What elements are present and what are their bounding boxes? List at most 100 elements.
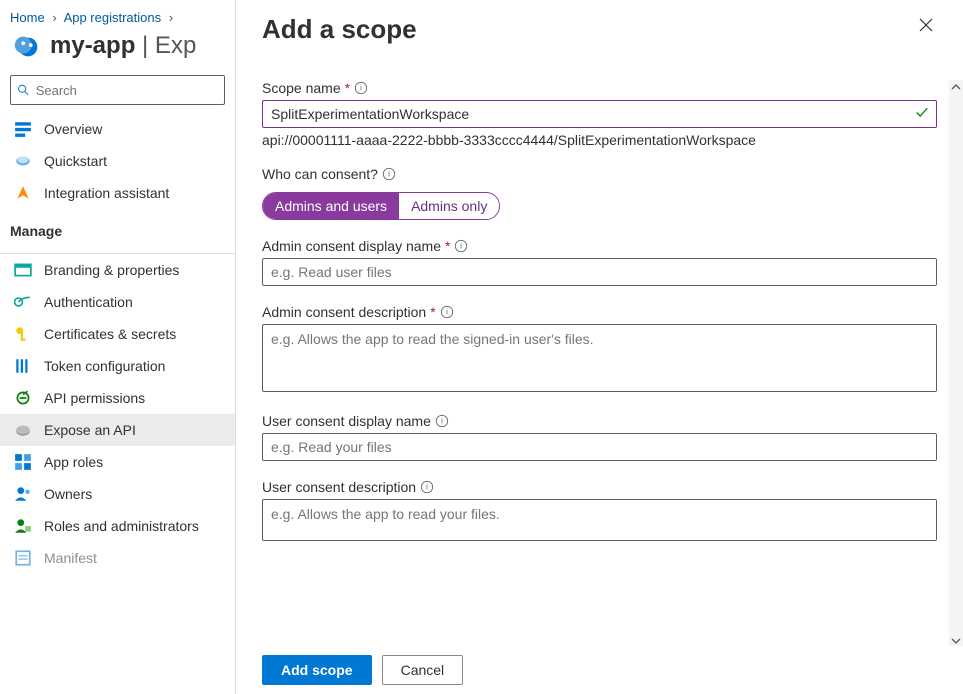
breadcrumb-appreg[interactable]: App registrations <box>64 10 162 25</box>
info-icon[interactable]: i <box>420 480 434 494</box>
sidebar-item-certs[interactable]: Certificates & secrets <box>0 318 235 350</box>
label-text: User consent description <box>262 479 416 495</box>
svg-text:i: i <box>388 170 390 179</box>
overview-icon <box>14 120 32 138</box>
sidebar-section-manage: Manage <box>0 209 235 247</box>
svg-text:i: i <box>426 483 428 492</box>
label-text: Who can consent? <box>262 166 378 182</box>
add-scope-panel: Add a scope Scope name * i api://0000111… <box>235 0 963 694</box>
user-desc-label: User consent description i <box>262 479 937 495</box>
rocket-icon <box>14 184 32 202</box>
info-icon[interactable]: i <box>382 167 396 181</box>
sidebar-item-label: Authentication <box>44 294 133 310</box>
admin-display-input[interactable] <box>262 258 937 286</box>
sidebar-item-label: Manifest <box>44 550 97 566</box>
app-logo-icon <box>12 31 42 61</box>
sidebar-item-label: Quickstart <box>44 153 107 169</box>
svg-text:i: i <box>446 308 448 317</box>
required-asterisk: * <box>430 304 435 320</box>
sidebar-item-label: Overview <box>44 121 102 137</box>
sidebar-item-expose-api[interactable]: Expose an API <box>0 414 235 446</box>
add-scope-button[interactable]: Add scope <box>262 655 372 685</box>
close-button[interactable] <box>915 14 937 36</box>
auth-icon <box>14 293 32 311</box>
info-icon[interactable]: i <box>435 414 449 428</box>
sidebar-item-overview[interactable]: Overview <box>0 113 235 145</box>
consent-label: Who can consent? i <box>262 166 937 182</box>
admin-display-label: Admin consent display name * i <box>262 238 937 254</box>
scrollbar-track[interactable] <box>949 94 963 634</box>
sidebar-nav: Overview Quickstart Integration assistan… <box>0 113 235 574</box>
sidebar-item-label: Expose an API <box>44 422 136 438</box>
sidebar-item-label: App roles <box>44 454 103 470</box>
search-input-wrap[interactable] <box>10 75 225 105</box>
scope-name-label: Scope name * i <box>262 80 937 96</box>
panel-title: Add a scope <box>262 14 417 45</box>
page-title: my-app | Exp <box>50 32 196 60</box>
sidebar-item-api-perm[interactable]: API permissions <box>0 382 235 414</box>
consent-admins-users[interactable]: Admins and users <box>263 193 399 219</box>
sidebar-item-label: Integration assistant <box>44 185 169 201</box>
svg-text:i: i <box>441 417 443 426</box>
scope-uri-hint: api://00001111-aaaa-2222-bbbb-3333cccc44… <box>262 132 937 148</box>
info-icon[interactable]: i <box>454 239 468 253</box>
required-asterisk: * <box>445 238 450 254</box>
quickstart-icon <box>14 152 32 170</box>
breadcrumb-home[interactable]: Home <box>10 10 45 25</box>
consent-admins-only[interactable]: Admins only <box>399 193 499 219</box>
admin-desc-input[interactable] <box>262 324 937 392</box>
expose-api-icon <box>14 421 32 439</box>
manifest-icon <box>14 549 32 567</box>
permissions-icon <box>14 389 32 407</box>
owners-icon <box>14 485 32 503</box>
svg-text:i: i <box>360 84 362 93</box>
user-display-input[interactable] <box>262 433 937 461</box>
panel-footer: Add scope Cancel <box>236 646 963 694</box>
branding-icon <box>14 261 32 279</box>
sidebar-item-label: Certificates & secrets <box>44 326 176 342</box>
search-input[interactable] <box>36 83 218 98</box>
sidebar-item-label: Owners <box>44 486 92 502</box>
user-display-label: User consent display name i <box>262 413 937 429</box>
page-subtitle: | Exp <box>135 32 196 59</box>
app-roles-icon <box>14 453 32 471</box>
sidebar-item-label: Roles and administrators <box>44 518 199 534</box>
sidebar-item-auth[interactable]: Authentication <box>0 286 235 318</box>
scope-name-input[interactable] <box>262 100 937 128</box>
sidebar-item-label: Token configuration <box>44 358 165 374</box>
cancel-button[interactable]: Cancel <box>382 655 464 685</box>
page-title-row: my-app | Exp <box>0 29 235 75</box>
label-text: Scope name <box>262 80 341 96</box>
consent-toggle: Admins and users Admins only <box>262 192 500 220</box>
scrollbar[interactable] <box>949 80 963 648</box>
sidebar-item-manifest[interactable]: Manifest <box>0 542 235 574</box>
sidebar-item-label: Branding & properties <box>44 262 179 278</box>
sidebar-item-integration[interactable]: Integration assistant <box>0 177 235 209</box>
label-text: Admin consent display name <box>262 238 441 254</box>
sidebar-item-roles-admins[interactable]: Roles and administrators <box>0 510 235 542</box>
sidebar-item-owners[interactable]: Owners <box>0 478 235 510</box>
sidebar-item-branding[interactable]: Branding & properties <box>0 254 235 286</box>
close-icon <box>918 17 934 33</box>
required-asterisk: * <box>345 80 350 96</box>
info-icon[interactable]: i <box>354 81 368 95</box>
sidebar-item-label: API permissions <box>44 390 145 406</box>
label-text: User consent display name <box>262 413 431 429</box>
sidebar-item-quickstart[interactable]: Quickstart <box>0 145 235 177</box>
token-icon <box>14 357 32 375</box>
panel-scroll-area[interactable]: Scope name * i api://00001111-aaaa-2222-… <box>236 80 949 648</box>
key-icon <box>14 325 32 343</box>
chevron-right-icon: › <box>52 10 56 25</box>
label-text: Admin consent description <box>262 304 426 320</box>
scroll-up-icon[interactable] <box>949 80 963 94</box>
admin-desc-label: Admin consent description * i <box>262 304 937 320</box>
info-icon[interactable]: i <box>440 305 454 319</box>
chevron-right-icon: › <box>169 10 173 25</box>
svg-text:i: i <box>461 242 463 251</box>
user-desc-input[interactable] <box>262 499 937 541</box>
sidebar-item-app-roles[interactable]: App roles <box>0 446 235 478</box>
sidebar-item-token[interactable]: Token configuration <box>0 350 235 382</box>
roles-admins-icon <box>14 517 32 535</box>
app-name: my-app <box>50 32 135 59</box>
search-icon <box>17 83 30 97</box>
